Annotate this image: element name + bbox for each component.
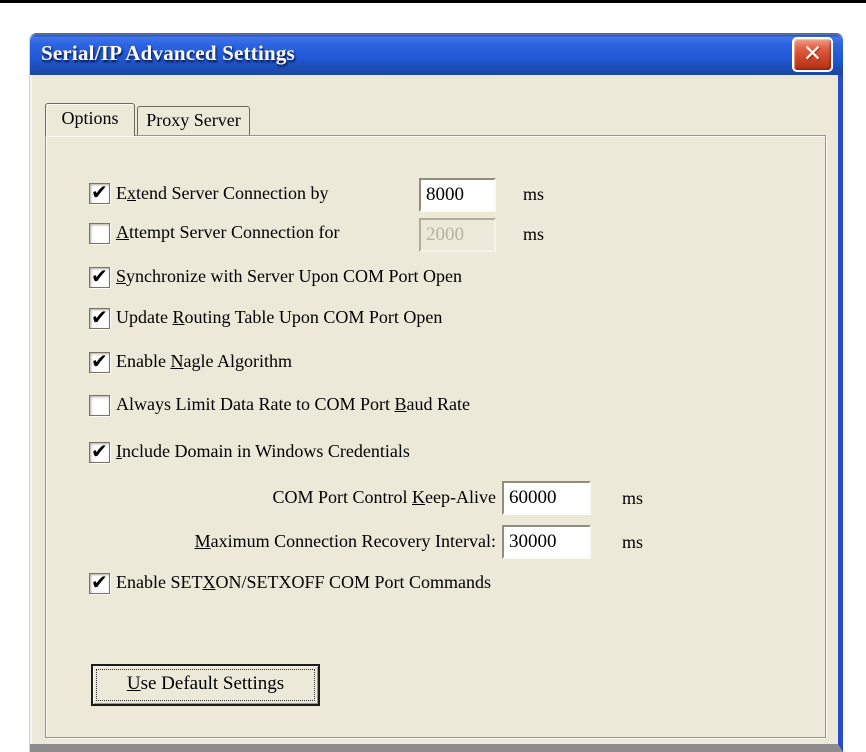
checkmark-icon: ✔ [91, 439, 108, 463]
checkmark-icon: ✔ [91, 305, 108, 329]
button-focus-ring: Use Default Settings [96, 669, 315, 701]
attempt-connection-ms-unit: ms [523, 224, 545, 244]
tab-options[interactable]: Options [45, 103, 135, 136]
enable-nagle-algorithm-checkbox[interactable]: ✔ [89, 349, 110, 373]
checkmark-icon: ✔ [91, 180, 108, 204]
extend-server-connection-label[interactable]: Extend Server Connection by [116, 183, 328, 204]
extend-server-connection-checkbox[interactable]: ✔ [89, 180, 110, 204]
checkmark-icon: ✔ [91, 570, 108, 594]
tab-proxy-server[interactable]: Proxy Server [137, 106, 250, 136]
label-text: Update [116, 307, 173, 327]
access-key: A [116, 222, 129, 242]
include-domain-credentials-checkbox[interactable]: ✔ [89, 439, 110, 463]
options-tab-panel: ✔ Extend Server Connection by ms ✔ Attem… [45, 135, 826, 738]
access-key: K [412, 487, 426, 507]
use-default-settings-button[interactable]: Use Default Settings [91, 664, 320, 706]
synchronize-with-server-label[interactable]: Synchronize with Server Upon COM Port Op… [116, 266, 462, 287]
synchronize-with-server-checkbox[interactable]: ✔ [89, 264, 110, 288]
include-domain-credentials-label[interactable]: Include Domain in Windows Credentials [116, 441, 410, 462]
checkmark-icon: ✔ [91, 349, 108, 373]
keep-alive-ms-unit: ms [622, 488, 644, 508]
update-routing-table-checkbox[interactable]: ✔ [89, 305, 110, 329]
extend-connection-ms-unit: ms [523, 184, 545, 204]
attempt-server-connection-label[interactable]: Attempt Server Connection for [116, 222, 339, 243]
access-key: M [194, 531, 211, 551]
label-text: ynchronize with Server Upon COM Port Ope… [126, 266, 462, 286]
attempt-server-connection-checkbox[interactable]: ✔ [89, 223, 110, 244]
access-key: x [127, 183, 136, 203]
enable-setxon-setxoff-checkbox[interactable]: ✔ [89, 570, 110, 594]
recovery-interval-ms-unit: ms [622, 532, 644, 552]
label-text: Enable [116, 351, 171, 371]
recovery-interval-ms-input[interactable] [502, 525, 591, 559]
enable-nagle-algorithm-label[interactable]: Enable Nagle Algorithm [116, 351, 292, 372]
label-text: Always Limit Data Rate to COM Port [116, 394, 395, 414]
label-text: se Default Settings [140, 673, 285, 694]
access-key: N [170, 351, 184, 371]
label-text: E [116, 183, 127, 203]
label-text: tend Server Connection by [136, 183, 329, 203]
recovery-interval-label: Maximum Connection Recovery Interval: [116, 531, 496, 552]
checkmark-icon: ✔ [91, 264, 108, 288]
access-key: X [202, 572, 216, 592]
label-text: Enable SET [116, 572, 203, 592]
label-text: agle Algorithm [183, 351, 292, 371]
extend-connection-ms-input[interactable] [419, 178, 496, 212]
update-routing-table-label[interactable]: Update Routing Table Upon COM Port Open [116, 307, 442, 328]
close-button[interactable]: ✕ [792, 37, 833, 72]
label-text: aud Rate [406, 394, 470, 414]
label-text: COM Port Control [272, 487, 413, 507]
close-icon: ✕ [802, 41, 823, 67]
keep-alive-ms-input[interactable] [502, 481, 591, 515]
enable-setxon-setxoff-label[interactable]: Enable SETXON/SETXOFF COM Port Commands [116, 572, 491, 593]
label-text: ttempt Server Connection for [129, 222, 340, 242]
label-text: ON/SETXOFF COM Port Commands [215, 572, 492, 592]
limit-data-rate-checkbox[interactable]: ✔ [89, 395, 110, 416]
dialog-title: Serial/IP Advanced Settings [41, 41, 295, 65]
dialog-client-area: Options Proxy Server ✔ Extend Server Con… [30, 75, 838, 744]
access-key: U [126, 673, 141, 694]
keep-alive-label: COM Port Control Keep-Alive [116, 487, 497, 508]
page-top-rule [0, 0, 866, 3]
access-key: R [172, 307, 185, 327]
attempt-connection-ms-input [419, 218, 496, 252]
access-key: S [116, 266, 127, 286]
label-text: outing Table Upon COM Port Open [184, 307, 443, 327]
serialip-advanced-settings-dialog: Serial/IP Advanced Settings ✕ Options Pr… [30, 33, 843, 752]
label-text: aximum Connection Recovery Interval: [210, 531, 496, 551]
label-text: nclude Domain in Windows Credentials [122, 441, 410, 461]
access-key: B [394, 394, 407, 414]
limit-data-rate-label[interactable]: Always Limit Data Rate to COM Port Baud … [116, 394, 470, 415]
dialog-titlebar[interactable]: Serial/IP Advanced Settings ✕ [30, 33, 843, 75]
label-text: eep-Alive [425, 487, 496, 507]
